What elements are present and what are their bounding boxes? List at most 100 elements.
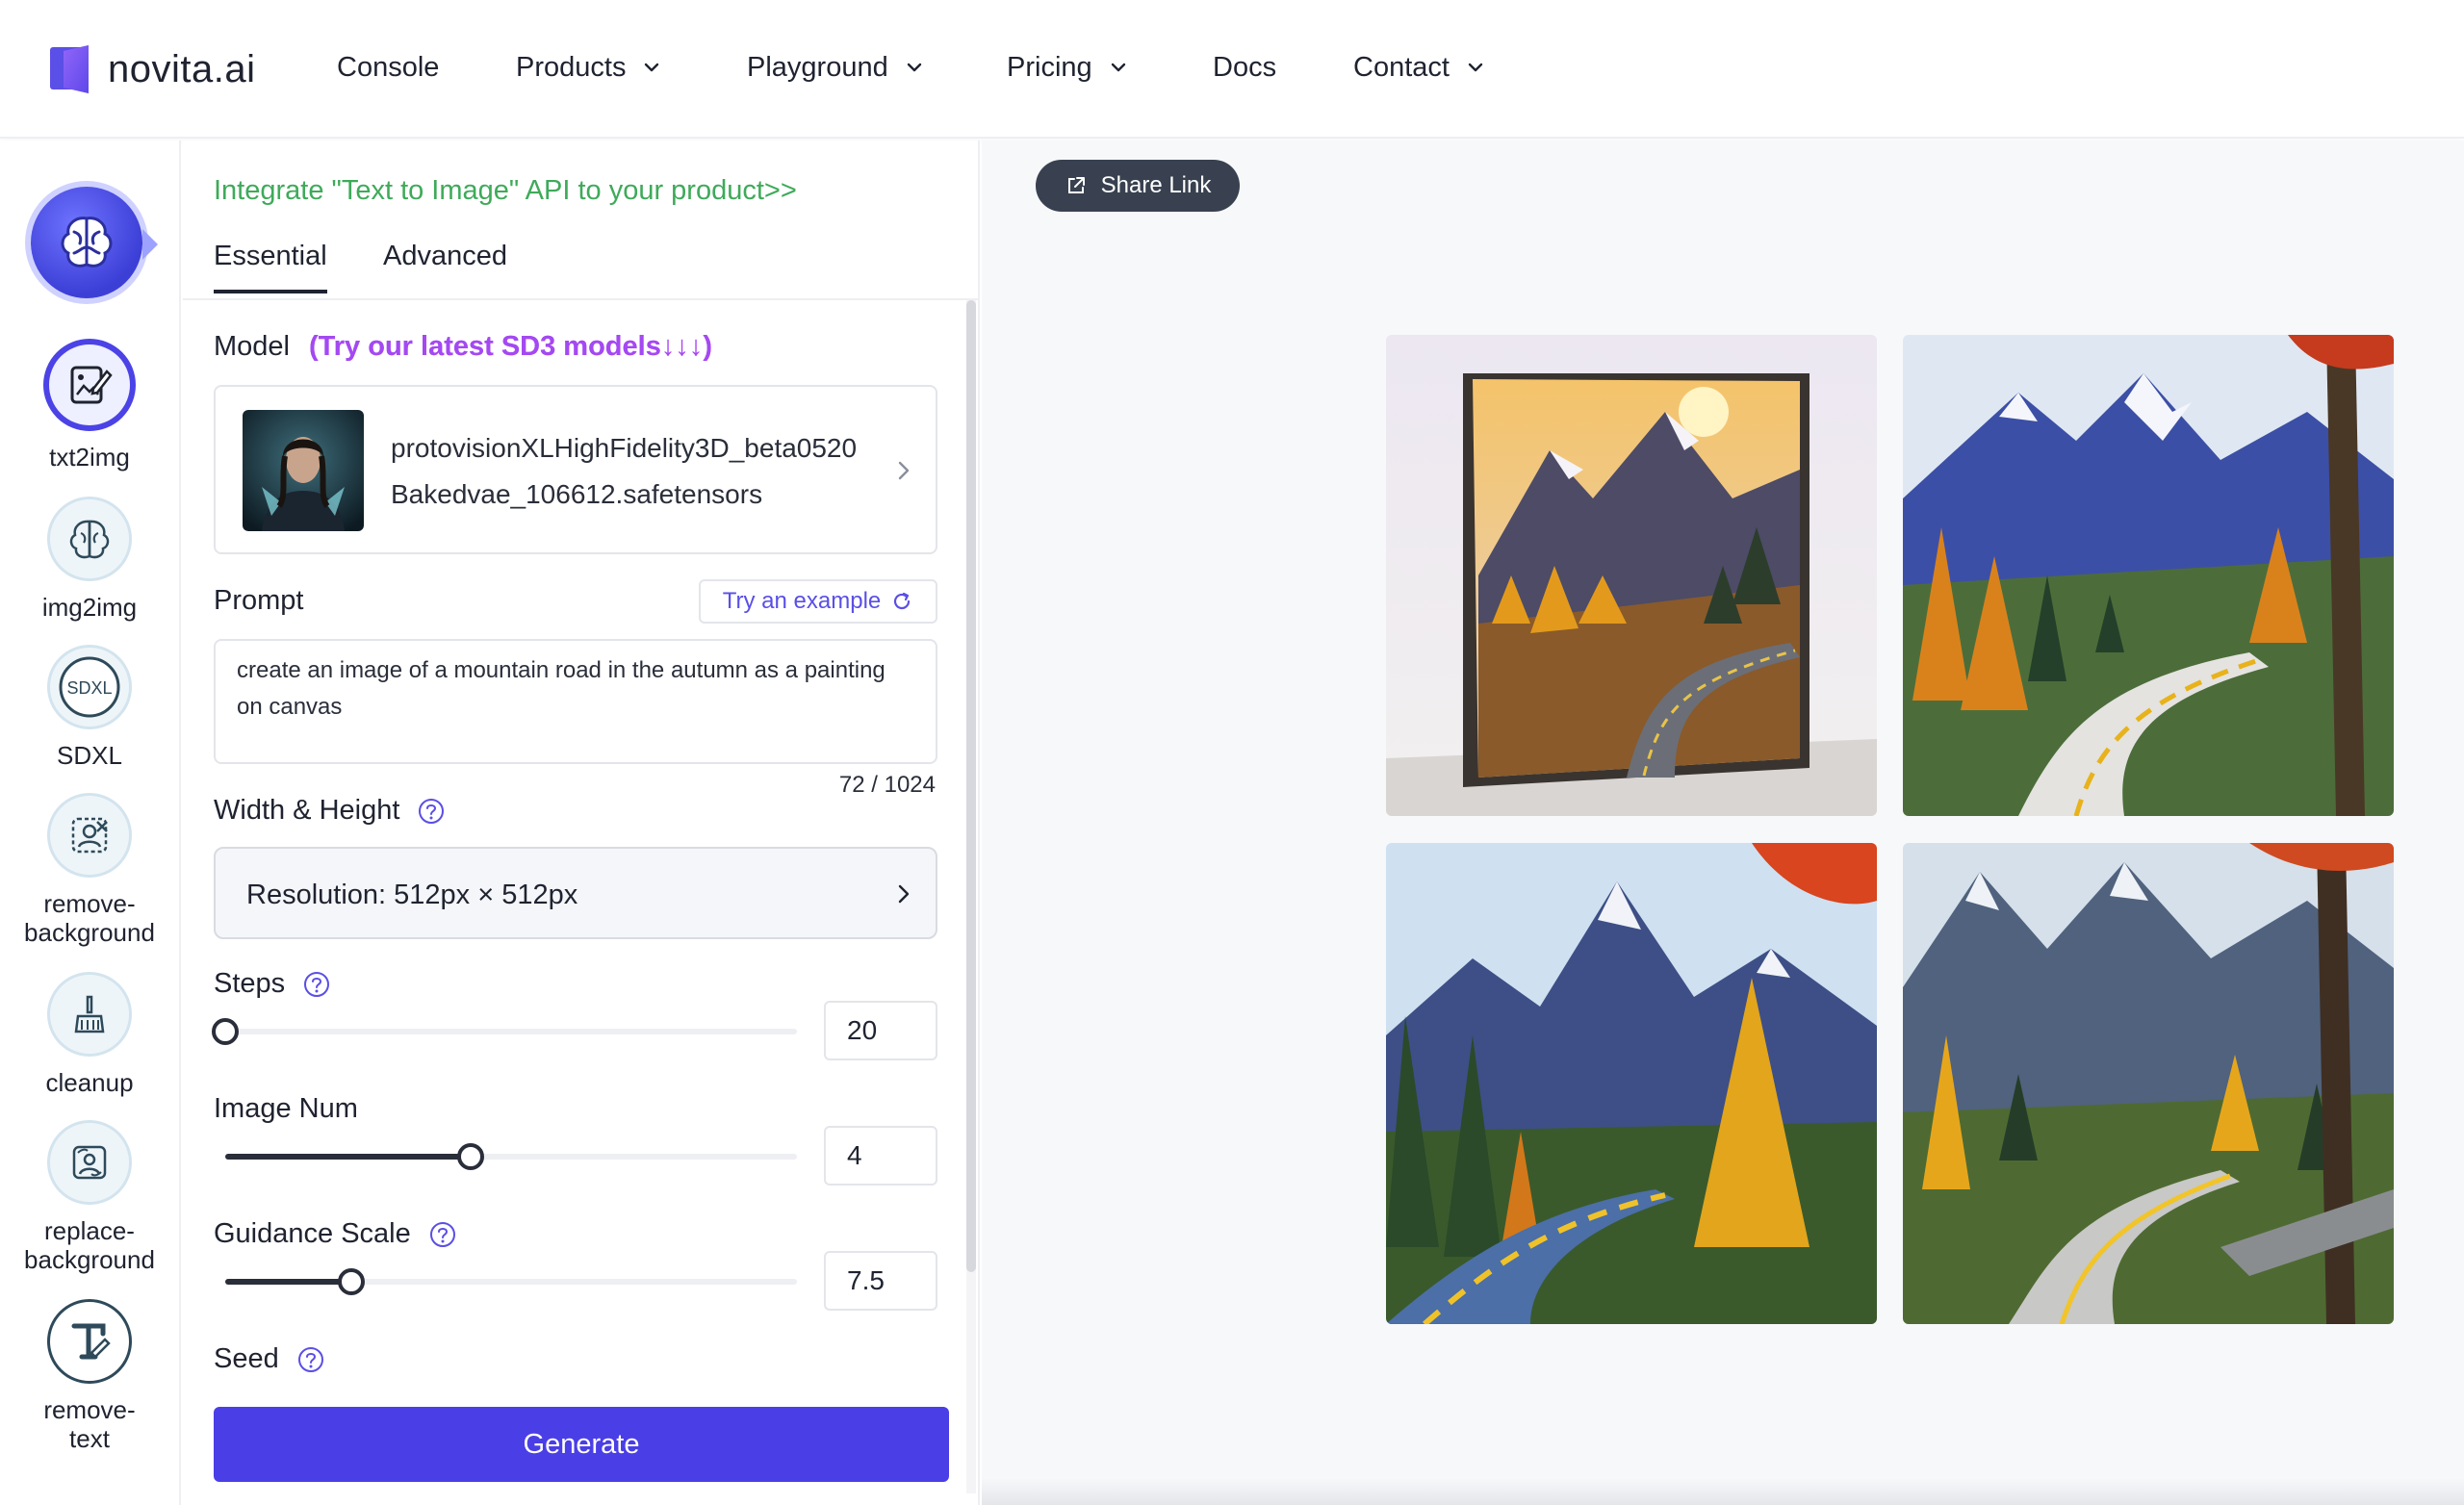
guidance-slider-handle[interactable] bbox=[338, 1268, 365, 1295]
chevron-down-icon bbox=[645, 63, 659, 72]
seed-label: Seed bbox=[214, 1343, 279, 1374]
help-icon[interactable] bbox=[296, 1345, 325, 1374]
resolution-selector[interactable]: Resolution: 512px × 512px bbox=[214, 847, 937, 939]
nav-products-label: Products bbox=[516, 51, 627, 83]
generated-image-1[interactable] bbox=[1386, 335, 1877, 816]
image-num-slider[interactable] bbox=[225, 1141, 797, 1170]
refresh-icon bbox=[894, 592, 911, 610]
nav-docs-label: Docs bbox=[1213, 51, 1277, 83]
tool-replace-background[interactable]: replace- background bbox=[0, 1120, 179, 1274]
prompt-char-counter: 72 / 1024 bbox=[838, 772, 936, 798]
active-tool-pointer bbox=[142, 229, 158, 260]
guidance-label: Guidance Scale bbox=[214, 1218, 411, 1249]
tool-sdxl-label: SDXL bbox=[57, 741, 122, 770]
tools-sidebar: txt2img img2img SDXL SDXL remove- backgr… bbox=[0, 140, 181, 1505]
tool-remove-background-badge bbox=[47, 793, 132, 878]
bottom-fade bbox=[982, 1478, 2464, 1505]
brand-name: novita.ai bbox=[108, 47, 256, 90]
brand-logo-icon bbox=[50, 45, 89, 93]
help-icon[interactable] bbox=[417, 797, 446, 826]
nav-console[interactable]: Console bbox=[337, 46, 439, 89]
image-num-input[interactable] bbox=[824, 1126, 937, 1186]
steps-label: Steps bbox=[214, 968, 286, 999]
nav-contact[interactable]: Contact bbox=[1353, 46, 1486, 89]
tab-essential[interactable]: Essential bbox=[214, 241, 327, 293]
help-icon[interactable] bbox=[428, 1220, 457, 1249]
tool-img2img[interactable]: img2img bbox=[0, 497, 179, 622]
prompt-input[interactable]: create an image of a mountain road in th… bbox=[214, 639, 937, 764]
steps-slider[interactable] bbox=[212, 1016, 797, 1045]
steps-input[interactable] bbox=[824, 1001, 937, 1060]
cleanup-icon bbox=[74, 995, 105, 1033]
guidance-label-row: Guidance Scale bbox=[214, 1218, 457, 1250]
remove-background-icon bbox=[71, 817, 108, 854]
settings-panel: Integrate "Text to Image" API to your pr… bbox=[183, 140, 980, 1505]
steps-slider-track bbox=[225, 1029, 797, 1034]
replace-background-icon bbox=[72, 1145, 107, 1180]
share-icon bbox=[1067, 177, 1085, 193]
nav-playground-label: Playground bbox=[747, 51, 888, 83]
tool-replace-background-badge bbox=[47, 1120, 132, 1205]
result-area: Share Link bbox=[982, 140, 2464, 1505]
nav-playground[interactable]: Playground bbox=[747, 46, 925, 89]
steps-slider-handle[interactable] bbox=[212, 1018, 239, 1045]
tool-img2img-label: img2img bbox=[41, 593, 138, 622]
guidance-slider[interactable] bbox=[225, 1266, 797, 1295]
top-navigation: novita.ai Console Products Playground Pr… bbox=[0, 0, 2464, 139]
image-to-image-icon bbox=[69, 520, 110, 559]
model-selector[interactable]: protovisionXLHighFidelity3D_beta0520Bake… bbox=[214, 385, 937, 554]
tool-replace-background-label: replace- background bbox=[24, 1216, 155, 1274]
ai-tools-menu-button[interactable] bbox=[31, 187, 142, 298]
chevron-right-icon bbox=[898, 884, 910, 904]
nav-pricing-label: Pricing bbox=[1007, 51, 1092, 83]
try-example-button[interactable]: Try an example bbox=[699, 579, 937, 624]
generated-image-4[interactable] bbox=[1903, 843, 2394, 1324]
size-label: Width & Height bbox=[214, 795, 400, 826]
sd3-promo-link[interactable]: (Try our latest SD3 models↓↓↓) bbox=[309, 331, 712, 363]
guidance-input[interactable] bbox=[824, 1251, 937, 1311]
seed-label-row: Seed bbox=[214, 1343, 325, 1375]
generate-button[interactable]: Generate bbox=[214, 1407, 949, 1482]
resolution-value: Resolution: 512px × 512px bbox=[246, 880, 578, 910]
guidance-slider-fill bbox=[225, 1279, 351, 1285]
tool-txt2img[interactable]: txt2img bbox=[0, 339, 179, 472]
generated-image-3[interactable] bbox=[1386, 843, 1877, 1324]
steps-label-row: Steps bbox=[214, 968, 331, 1000]
edit-image-icon bbox=[70, 366, 113, 404]
tool-remove-text[interactable]: remove- text bbox=[0, 1299, 179, 1453]
nav-pricing[interactable]: Pricing bbox=[1007, 46, 1129, 89]
image-num-slider-fill bbox=[225, 1154, 471, 1160]
size-label-row: Width & Height bbox=[214, 795, 446, 827]
share-link-label: Share Link bbox=[1100, 172, 1212, 198]
share-link-button[interactable]: Share Link bbox=[1036, 160, 1240, 212]
chevron-down-icon bbox=[1111, 63, 1125, 72]
tab-advanced[interactable]: Advanced bbox=[383, 241, 507, 272]
image-num-slider-handle[interactable] bbox=[457, 1143, 484, 1170]
prompt-label: Prompt bbox=[214, 585, 304, 616]
generated-image-2[interactable] bbox=[1903, 335, 2394, 816]
nav-docs[interactable]: Docs bbox=[1213, 46, 1276, 89]
tool-cleanup[interactable]: cleanup bbox=[0, 972, 179, 1097]
help-icon[interactable] bbox=[302, 970, 331, 999]
sdxl-badge-text: SDXL bbox=[66, 678, 112, 698]
sdxl-icon: SDXL bbox=[59, 656, 120, 718]
model-label-row: Model (Try our latest SD3 models↓↓↓) bbox=[214, 331, 712, 363]
integrate-api-link[interactable]: Integrate "Text to Image" API to your pr… bbox=[214, 175, 797, 207]
try-example-label: Try an example bbox=[722, 588, 882, 614]
remove-text-icon bbox=[71, 1323, 111, 1360]
tool-sdxl[interactable]: SDXL SDXL bbox=[0, 645, 179, 770]
tool-remove-text-label: remove- text bbox=[43, 1395, 136, 1453]
tool-txt2img-label: txt2img bbox=[49, 443, 130, 472]
brand-home-link[interactable]: novita.ai bbox=[50, 42, 255, 96]
panel-scrollbar[interactable] bbox=[966, 300, 976, 1272]
tool-txt2img-badge bbox=[43, 339, 136, 431]
tool-remove-background[interactable]: remove- background bbox=[0, 793, 179, 947]
nav-products[interactable]: Products bbox=[516, 46, 662, 89]
model-thumbnail bbox=[243, 410, 364, 531]
tool-remove-background-label: remove- background bbox=[24, 889, 155, 947]
model-label: Model bbox=[214, 331, 290, 362]
brain-icon bbox=[61, 217, 113, 268]
nav-console-label: Console bbox=[337, 51, 440, 83]
nav-contact-label: Contact bbox=[1353, 51, 1450, 83]
tool-img2img-badge bbox=[47, 497, 132, 581]
